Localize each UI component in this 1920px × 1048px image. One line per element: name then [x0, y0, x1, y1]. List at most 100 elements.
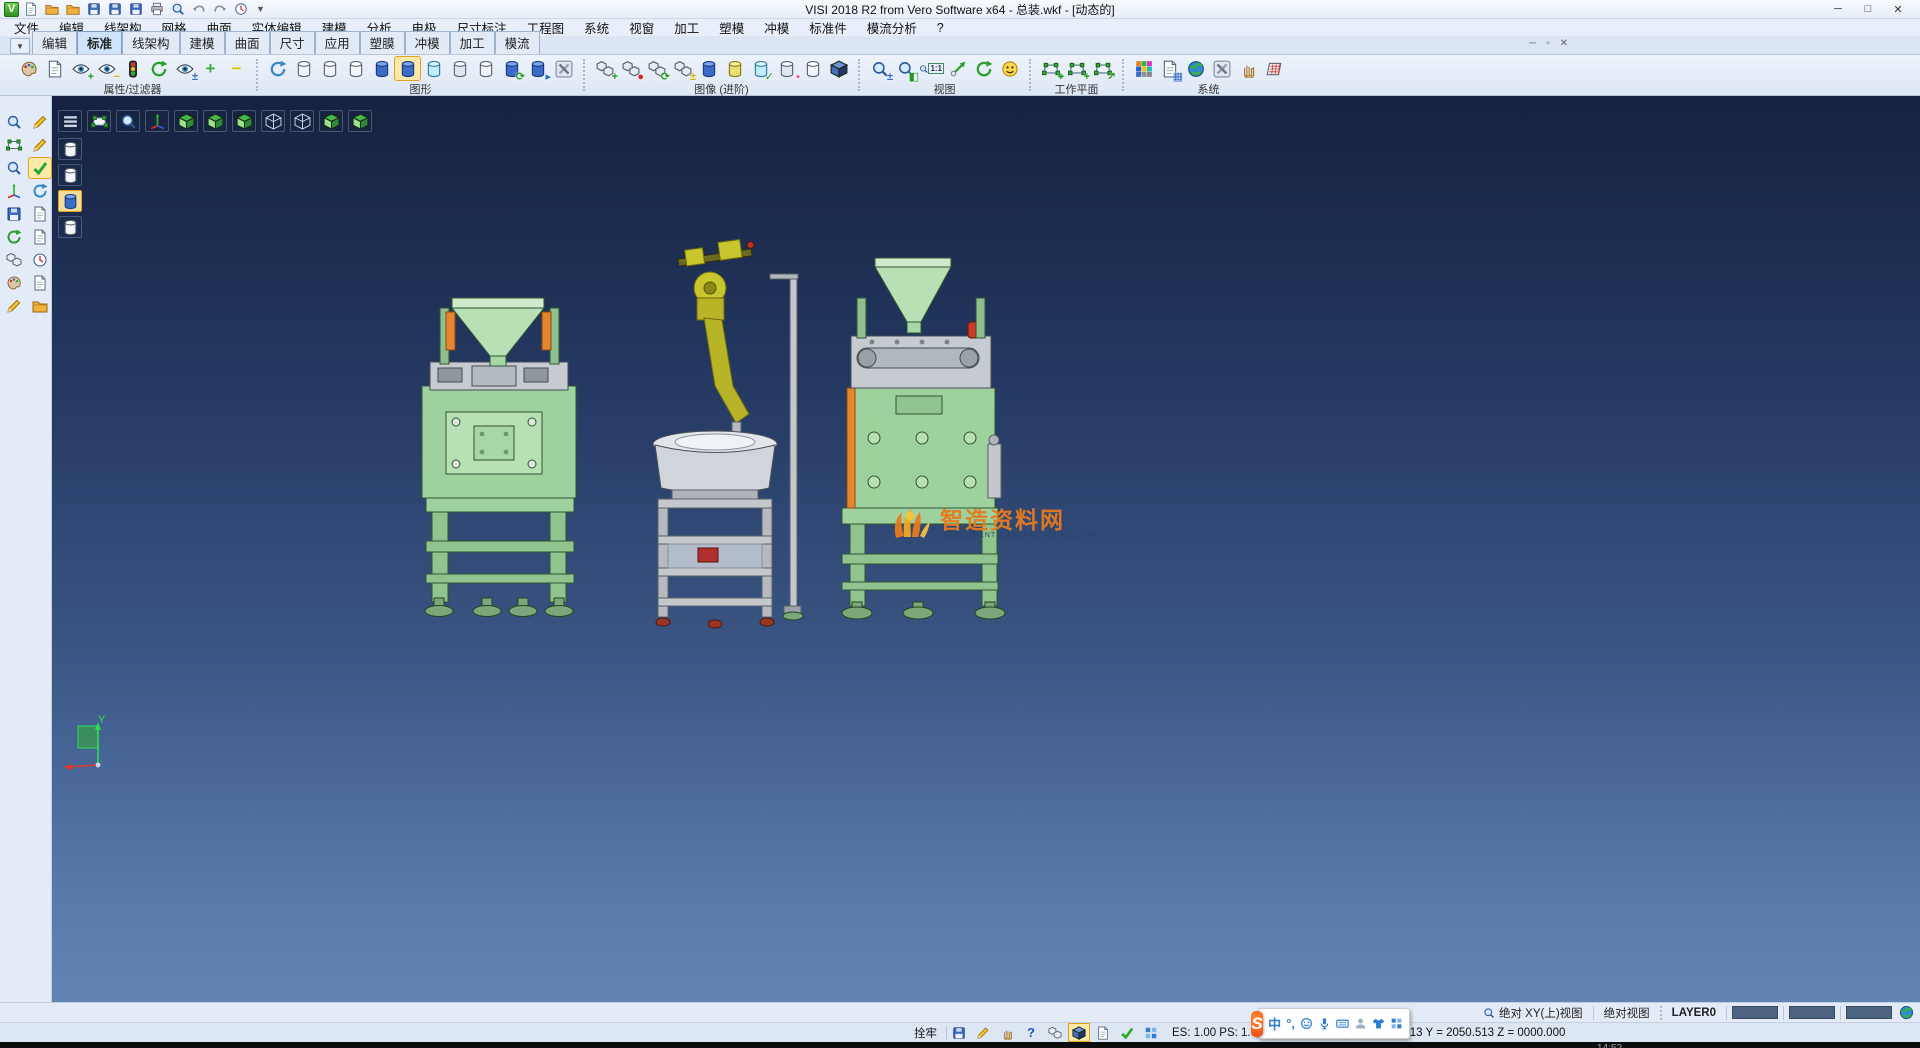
solid-shade-mode-icon[interactable]: [696, 57, 721, 80]
sketch-arc-icon[interactable]: [29, 135, 51, 155]
status-box-1[interactable]: [1732, 1006, 1778, 1019]
update-shading-icon[interactable]: ⟳: [499, 57, 524, 80]
ime-account-icon[interactable]: [1354, 1017, 1367, 1030]
edit-wand-icon[interactable]: [973, 1024, 993, 1041]
tab-dimension[interactable]: 尺寸: [270, 31, 315, 54]
zoom-in-out-icon[interactable]: ±: [867, 57, 892, 80]
hidden-line-display-icon[interactable]: [317, 57, 342, 80]
solid-filter-icon[interactable]: ●: [618, 57, 643, 80]
menu-progress[interactable]: 冲模: [754, 17, 799, 38]
fit-plane-icon[interactable]: [3, 135, 25, 155]
zoom-one-to-one-icon[interactable]: 1:1: [919, 57, 944, 80]
menu-flow-analysis[interactable]: 模流分析: [857, 17, 927, 38]
recent-history-button[interactable]: [232, 1, 250, 17]
tab-application[interactable]: 应用: [315, 31, 360, 54]
view-wireframe-b-icon[interactable]: [290, 110, 314, 132]
mdi-minimize-button[interactable]: ─: [1529, 38, 1536, 49]
ime-punctuation-toggle[interactable]: °,: [1286, 1016, 1295, 1031]
menu-system[interactable]: 系统: [574, 17, 619, 38]
show-all-icon[interactable]: +: [198, 57, 223, 80]
open-file-button[interactable]: [43, 1, 61, 17]
status-box-2[interactable]: [1789, 1006, 1835, 1019]
tab-list-dropdown[interactable]: ▼: [10, 38, 30, 54]
tab-wireframe[interactable]: 线架构: [122, 31, 180, 54]
sheet-icon[interactable]: [29, 204, 51, 224]
tab-machining[interactable]: 加工: [450, 31, 495, 54]
image-settings-icon[interactable]: ▦: [1157, 57, 1182, 80]
render-ghost-icon[interactable]: [58, 216, 82, 238]
render-shaded-icon[interactable]: [58, 190, 82, 212]
menu-machining[interactable]: 加工: [664, 17, 709, 38]
grid-settings-icon[interactable]: [1261, 57, 1286, 80]
tab-progress[interactable]: 冲模: [405, 31, 450, 54]
tab-modeling[interactable]: 建模: [180, 31, 225, 54]
windows-taskbar-edge[interactable]: 14:52: [0, 1042, 1920, 1048]
tab-edit[interactable]: 编辑: [32, 31, 77, 54]
window-layout-icon[interactable]: [1141, 1024, 1161, 1041]
view-wireframe-a-icon[interactable]: [261, 110, 285, 132]
machine-right-press[interactable]: [842, 258, 1005, 619]
solid-wireframe-icon[interactable]: [800, 57, 825, 80]
window-options-icon[interactable]: [1209, 57, 1234, 80]
ime-emoji-icon[interactable]: [1300, 1017, 1313, 1030]
menu-help[interactable]: ?: [927, 20, 954, 36]
confirm-selection-icon[interactable]: [29, 158, 51, 178]
tab-surface[interactable]: 曲面: [225, 31, 270, 54]
show-entities-icon[interactable]: +: [68, 57, 93, 80]
snap-lock-label[interactable]: 拴牢: [905, 1025, 946, 1041]
machine-middle-robot-station[interactable]: [653, 238, 803, 628]
tab-flow[interactable]: 模流: [495, 31, 540, 54]
ime-language-toggle[interactable]: 中: [1268, 1014, 1281, 1033]
system-options-icon[interactable]: [1183, 57, 1208, 80]
hide-entities-icon[interactable]: −: [94, 57, 119, 80]
status-box-3[interactable]: [1846, 1006, 1892, 1019]
properties-palette-icon[interactable]: [16, 57, 41, 80]
machine-left-press[interactable]: [422, 298, 576, 617]
add-solids-icon[interactable]: +: [592, 57, 617, 80]
ime-keyboard-icon[interactable]: [1336, 1017, 1349, 1030]
save-as-button[interactable]: [106, 1, 124, 17]
document-icon[interactable]: [29, 273, 51, 293]
history-icon[interactable]: [29, 250, 51, 270]
regen-icon[interactable]: [3, 227, 25, 247]
transparent-display-icon[interactable]: [421, 57, 446, 80]
orbit-rotate-icon[interactable]: [29, 181, 51, 201]
minimize-button[interactable]: ─: [1830, 3, 1846, 16]
menu-mould[interactable]: 塑模: [709, 17, 754, 38]
ghost-display-icon[interactable]: [447, 57, 472, 80]
grab-hand-icon[interactable]: [997, 1024, 1017, 1041]
view-bottom-icon[interactable]: [203, 110, 227, 132]
view-orientation-icon[interactable]: [997, 57, 1022, 80]
menu-standard-parts[interactable]: 标准件: [799, 17, 857, 38]
redo-button[interactable]: [211, 1, 229, 17]
align-workplane-icon[interactable]: ↗: [1090, 57, 1115, 80]
solid-view-cube-icon[interactable]: [826, 57, 851, 80]
save-button[interactable]: [85, 1, 103, 17]
current-view-field[interactable]: 绝对 XY(上)视图: [1473, 1005, 1593, 1021]
clipboard-icon[interactable]: [29, 227, 51, 247]
hide-all-icon[interactable]: −: [224, 57, 249, 80]
viewport-zoom-icon[interactable]: [116, 110, 140, 132]
close-button[interactable]: ✕: [1890, 3, 1906, 16]
view-mode-field[interactable]: 绝对视图: [1594, 1005, 1660, 1021]
refresh-solids-icon[interactable]: ⟳: [644, 57, 669, 80]
delete-sketch-icon[interactable]: [29, 112, 51, 132]
ime-skin-icon[interactable]: [1372, 1017, 1385, 1030]
workplane-axis-icon[interactable]: ⌖: [1038, 57, 1063, 80]
zoom-window-icon[interactable]: [3, 112, 25, 132]
solid-properties-icon[interactable]: ▪: [774, 57, 799, 80]
render-hidden-line-icon[interactable]: [58, 164, 82, 186]
context-help-icon[interactable]: ?: [1021, 1024, 1041, 1041]
mdi-restore-button[interactable]: ▫: [1546, 38, 1550, 49]
copy-shading-icon[interactable]: ▸: [525, 57, 550, 80]
undo-button[interactable]: [190, 1, 208, 17]
new-workplane-icon[interactable]: +: [1064, 57, 1089, 80]
import-file-button[interactable]: [64, 1, 82, 17]
regen-graphics-icon[interactable]: [265, 57, 290, 80]
qat-more-dropdown[interactable]: ▼: [253, 4, 268, 14]
display-history-icon[interactable]: [949, 1024, 969, 1041]
fit-view-icon[interactable]: [87, 110, 111, 132]
viewport-axis-icon[interactable]: [145, 110, 169, 132]
wireframe-display-icon[interactable]: [291, 57, 316, 80]
graphics-settings-icon[interactable]: [551, 57, 576, 80]
